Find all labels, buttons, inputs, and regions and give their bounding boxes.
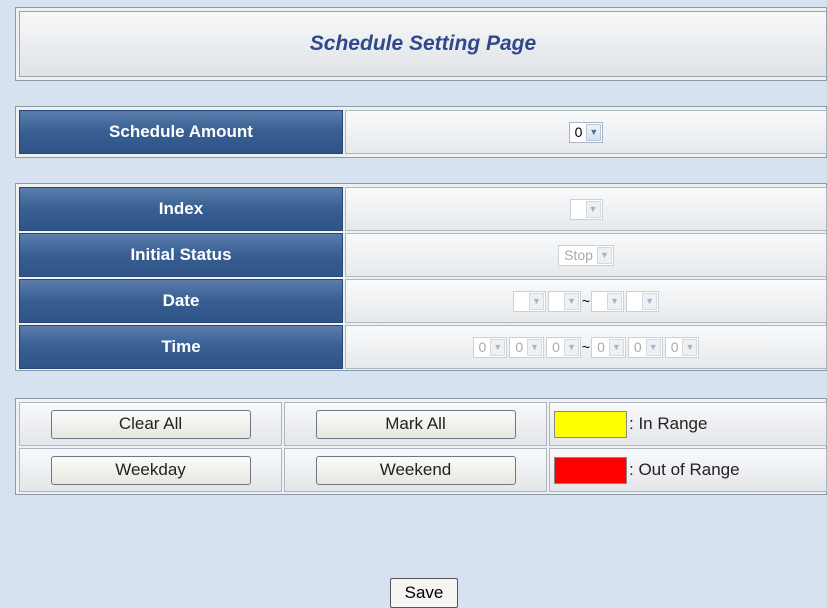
out-of-range-swatch [554,456,627,484]
index-label: Index [19,187,343,231]
date-start-month-select[interactable]: ▼ [512,290,546,312]
chevron-down-icon: ▼ [596,246,612,264]
chevron-down-icon: ▼ [645,338,661,356]
date-start-day-select[interactable]: ▼ [547,290,581,312]
weekend-button[interactable]: Weekend [315,455,516,485]
time-start-minute-select[interactable]: 0 ▼ [509,336,545,358]
initial-status-label: Initial Status [19,233,343,277]
in-range-swatch [554,410,627,438]
index-select[interactable]: ▼ [569,198,603,220]
schedule-amount-select[interactable]: 0 ▼ [568,121,604,143]
save-button[interactable]: Save [390,578,458,608]
chevron-down-icon: ▼ [528,292,544,310]
time-cell: 0 ▼ 0 ▼ 0 ▼ ~ 0 ▼ 0 ▼ 0 ▼ [345,325,827,369]
chevron-down-icon: ▼ [563,338,579,356]
time-start-hour-select[interactable]: 0 ▼ [472,336,508,358]
mark-all-cell: Mark All [284,402,547,446]
time-start-second-select[interactable]: 0 ▼ [546,336,581,358]
weekday-cell: Weekday [19,448,282,492]
out-of-range-legend: : Out of Range [549,448,827,492]
initial-status-cell: Stop ▼ [345,233,827,277]
clear-all-button[interactable]: Clear All [50,409,251,439]
time-label: Time [19,325,343,369]
time-range-separator: ~ [581,339,591,355]
date-cell: ▼ ▼ ~ ▼ ▼ [345,279,827,323]
time-end-second-select[interactable]: 0 ▼ [664,336,700,358]
chevron-down-icon: ▼ [563,292,579,310]
chevron-down-icon: ▼ [527,338,543,356]
chevron-down-icon: ▼ [607,292,623,310]
index-cell: ▼ [345,187,827,231]
date-end-day-select[interactable]: ▼ [626,290,660,312]
date-range-separator: ~ [581,293,591,309]
weekend-cell: Weekend [284,448,547,492]
title-panel: Schedule Setting Page [19,11,827,77]
time-end-minute-select[interactable]: 0 ▼ [627,336,663,358]
page-title: Schedule Setting Page [309,32,537,55]
clear-all-cell: Clear All [19,402,282,446]
chevron-down-icon: ▼ [586,123,602,141]
chevron-down-icon: ▼ [585,200,601,218]
schedule-amount-cell: 0 ▼ [345,110,827,154]
weekday-button[interactable]: Weekday [50,455,251,485]
out-of-range-label: : Out of Range [629,460,740,479]
schedule-amount-label: Schedule Amount [19,110,343,154]
chevron-down-icon: ▼ [682,338,698,356]
initial-status-select[interactable]: Stop ▼ [558,244,614,266]
chevron-down-icon: ▼ [490,338,506,356]
chevron-down-icon: ▼ [642,292,658,310]
time-end-hour-select[interactable]: 0 ▼ [591,336,626,358]
mark-all-button[interactable]: Mark All [315,409,516,439]
in-range-label: : In Range [629,414,708,433]
date-end-month-select[interactable]: ▼ [591,290,625,312]
in-range-legend: : In Range [549,402,827,446]
chevron-down-icon: ▼ [608,338,624,356]
date-label: Date [19,279,343,323]
